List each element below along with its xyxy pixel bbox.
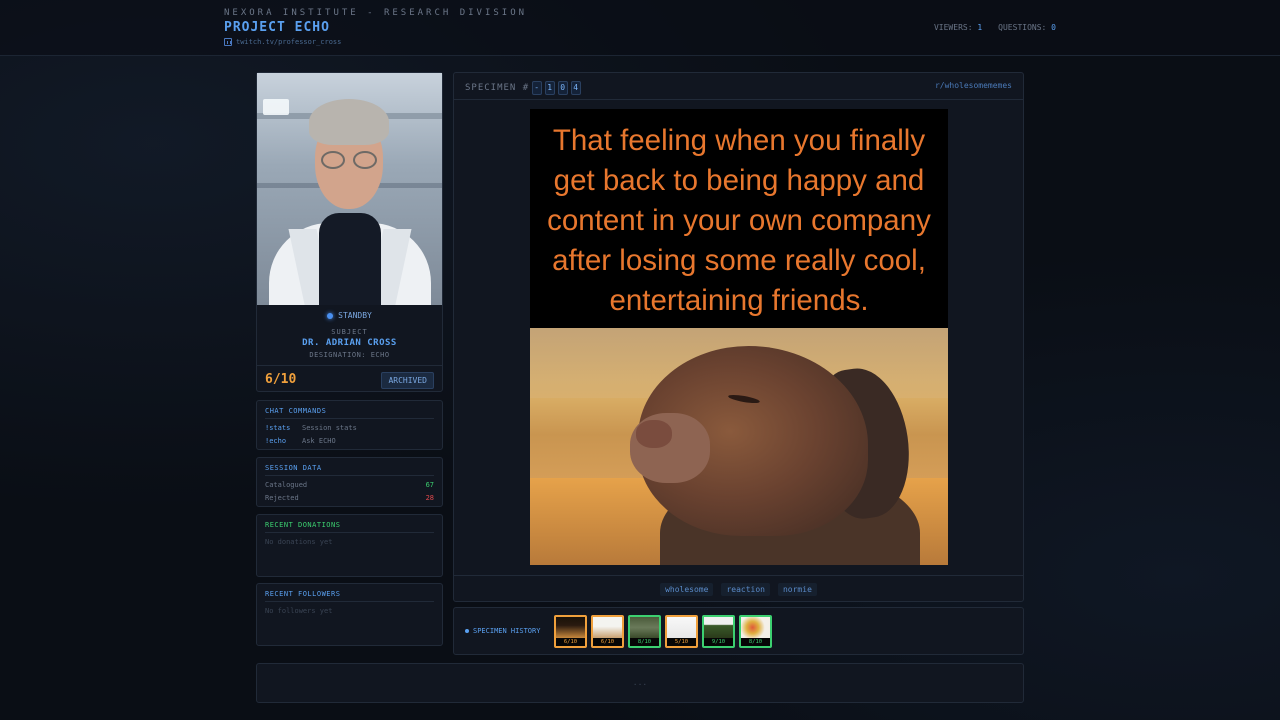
tag-chip[interactable]: normie <box>777 583 817 596</box>
tag-chip[interactable]: reaction <box>721 583 770 596</box>
history-thumbnail[interactable]: 9/10 <box>702 615 735 648</box>
command-desc: Session stats <box>302 424 357 432</box>
history-thumbnail[interactable]: 5/10 <box>665 615 698 648</box>
specimen-digit: 4 <box>571 81 582 95</box>
history-score: 6/10 <box>556 638 585 646</box>
twitch-icon <box>224 38 232 46</box>
history-label: SPECIMEN HISTORY <box>465 627 540 635</box>
session-data-panel: SESSION DATA Catalogued 67 Rejected 28 <box>256 457 443 507</box>
history-title: SPECIMEN HISTORY <box>473 627 541 635</box>
donations-title: RECENT DONATIONS <box>265 521 341 529</box>
history-score: 5/10 <box>667 638 696 646</box>
subject-designation: DESIGNATION: ECHO <box>309 351 390 359</box>
specimen-header: SPECIMEN # - 1 0 4 r/wholesomememes <box>454 73 1023 100</box>
followers-empty: No followers yet <box>265 607 333 615</box>
stream-stats: VIEWERS: 1 QUESTIONS: 0 <box>934 23 1056 32</box>
followers-panel: RECENT FOLLOWERS No followers yet <box>256 583 443 646</box>
session-data-title: SESSION DATA <box>265 464 322 472</box>
tag-chip[interactable]: wholesome <box>660 583 714 596</box>
specimen-panel: SPECIMEN # - 1 0 4 r/wholesomememes That… <box>453 72 1024 602</box>
status-text: STANDBY <box>338 311 372 320</box>
history-score: 6/10 <box>593 638 622 646</box>
specimen-digit: 1 <box>545 81 556 95</box>
tag-list: wholesome reaction normie <box>454 583 1023 596</box>
questions-label: QUESTIONS: <box>998 23 1047 32</box>
specimen-label: SPECIMEN # <box>465 83 530 93</box>
catalogued-label: Catalogued <box>265 481 308 489</box>
status-dot-icon <box>327 312 334 319</box>
viewers-stat: VIEWERS: 1 <box>934 23 982 32</box>
command-desc: Ask ECHO <box>302 437 336 445</box>
divider <box>257 365 442 366</box>
catalogued-row: Catalogued 67 <box>265 481 434 489</box>
history-thumbnail[interactable]: 6/10 <box>554 615 587 648</box>
history-dot-icon <box>465 629 469 633</box>
subject-card: STANDBY SUBJECT DR. ADRIAN CROSS DESIGNA… <box>256 72 443 392</box>
subject-name: DR. ADRIAN CROSS <box>302 338 397 348</box>
rejected-value: 28 <box>425 494 434 502</box>
specimen-digit: - <box>532 81 543 95</box>
viewers-count: 1 <box>977 23 983 32</box>
catalogued-value: 67 <box>425 481 434 489</box>
history-score: 8/10 <box>741 638 770 646</box>
history-thumbnail[interactable]: 6/10 <box>591 615 624 648</box>
history-thumbnail[interactable]: 8/10 <box>739 615 772 648</box>
org-name: NEXORA INSTITUTE - RESEARCH DIVISION <box>224 8 528 18</box>
rejected-row: Rejected 28 <box>265 494 434 502</box>
specimen-number: SPECIMEN # - 1 0 4 <box>465 81 582 95</box>
viewers-label: VIEWERS: <box>933 23 973 32</box>
channel-url: twitch.tv/professor_cross <box>236 38 342 46</box>
questions-stat: QUESTIONS: 0 <box>998 23 1056 32</box>
loading-dots: ... <box>632 678 648 687</box>
specimen-digit: 0 <box>558 81 569 95</box>
history-score: 8/10 <box>630 638 659 646</box>
meme-caption: That feeling when you finally get back t… <box>547 124 931 317</box>
bottom-bar: ... <box>256 663 1024 703</box>
command-name: !stats <box>265 424 291 432</box>
command-row: !stats Session stats <box>265 424 434 432</box>
command-row: !echo Ask ECHO <box>265 437 434 445</box>
questions-count: 0 <box>1051 23 1056 32</box>
subject-photo <box>257 73 442 305</box>
status-indicator: STANDBY <box>257 311 442 320</box>
project-title: PROJECT ECHO <box>224 20 330 35</box>
dog-photo <box>530 328 948 565</box>
subject-score: 6/10 <box>265 372 297 387</box>
meme-image: That feeling when you finally get back t… <box>530 109 948 565</box>
donations-panel: RECENT DONATIONS No donations yet <box>256 514 443 577</box>
rejected-label: Rejected <box>265 494 299 502</box>
subreddit-link[interactable]: r/wholesomememes <box>935 81 1012 90</box>
specimen-history-panel: SPECIMEN HISTORY 6/10 6/10 8/10 5/10 9/1… <box>453 607 1024 655</box>
history-score: 9/10 <box>704 638 733 646</box>
donations-empty: No donations yet <box>265 538 333 546</box>
chat-commands-title: CHAT COMMANDS <box>265 407 327 415</box>
chat-commands-panel: CHAT COMMANDS !stats Session stats !echo… <box>256 400 443 450</box>
subject-label: SUBJECT <box>331 328 368 336</box>
followers-title: RECENT FOLLOWERS <box>265 590 341 598</box>
archived-badge[interactable]: ARCHIVED <box>381 372 434 389</box>
header: NEXORA INSTITUTE - RESEARCH DIVISION PRO… <box>0 0 1280 56</box>
channel-link[interactable]: twitch.tv/professor_cross <box>224 38 341 46</box>
history-thumbnail[interactable]: 8/10 <box>628 615 661 648</box>
command-name: !echo <box>265 437 287 445</box>
